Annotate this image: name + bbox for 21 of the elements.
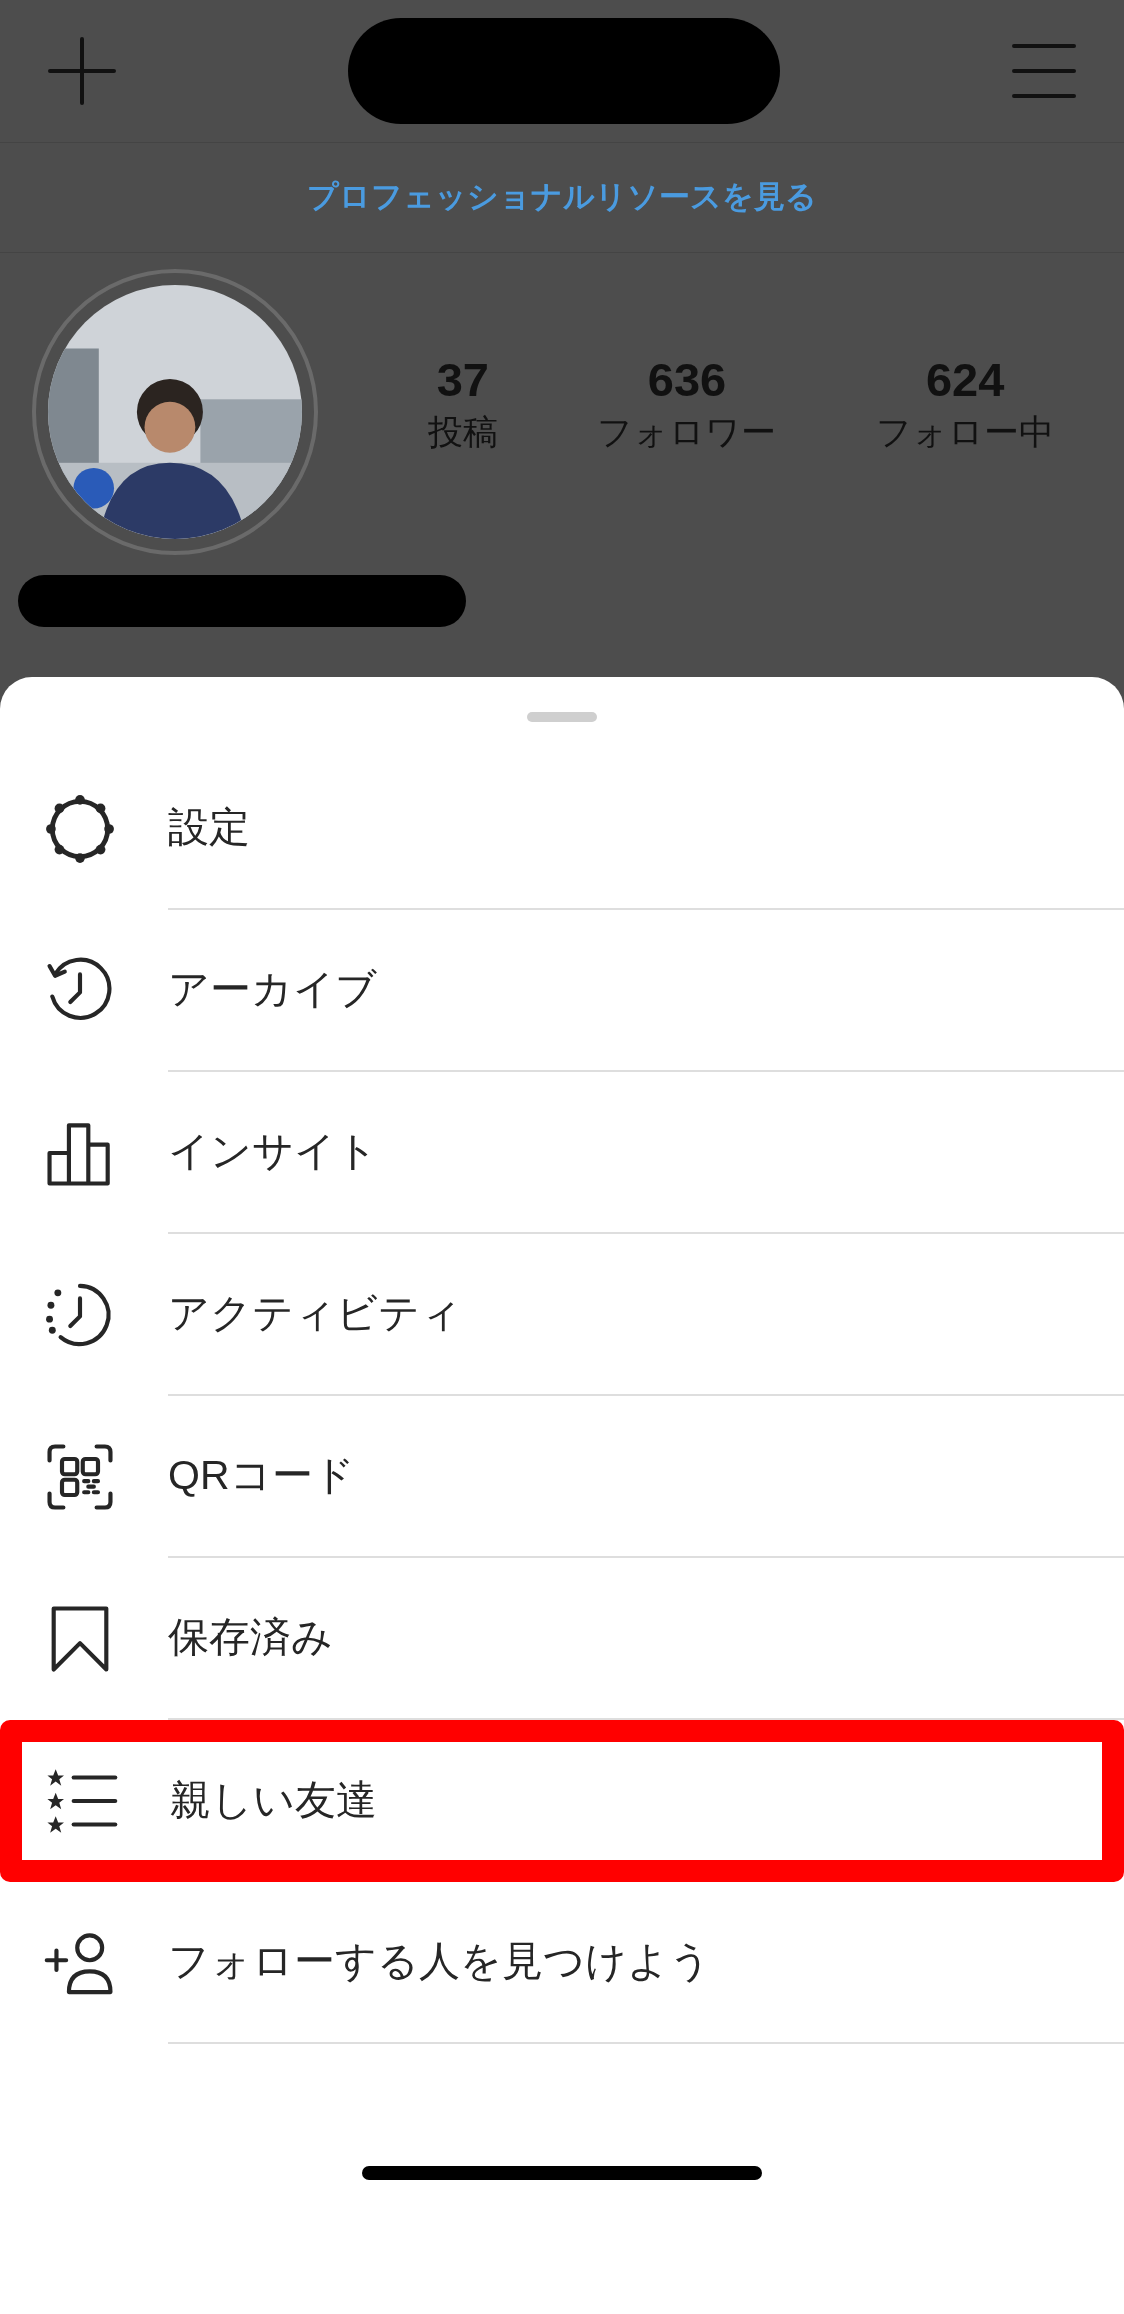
- menu-item[interactable]: アクティビティ: [0, 1234, 1124, 1396]
- menu-label: 設定: [168, 803, 250, 853]
- avatar[interactable]: [32, 269, 318, 555]
- menu-icon[interactable]: [1012, 43, 1076, 99]
- menu-label: インサイト: [168, 1127, 378, 1177]
- menu-label: 保存済み: [168, 1613, 333, 1663]
- menu-item[interactable]: QRコード: [0, 1396, 1124, 1558]
- menu-item[interactable]: アーカイブ: [0, 910, 1124, 1072]
- menu-label: アーカイブ: [168, 965, 377, 1015]
- menu-label: 親しい友達: [170, 1776, 377, 1826]
- qr-code-icon: [44, 1441, 116, 1513]
- menu-item[interactable]: 親しい友達: [0, 1720, 1124, 1882]
- gear-icon: [44, 793, 116, 865]
- drag-handle[interactable]: [527, 712, 597, 722]
- menu-item[interactable]: フォローする人を見つけよう: [0, 1882, 1124, 2044]
- menu-label: アクティビティ: [168, 1289, 462, 1339]
- menu-label: QRコード: [168, 1451, 355, 1501]
- plus-icon[interactable]: [48, 37, 116, 105]
- menu-item[interactable]: インサイト: [0, 1072, 1124, 1234]
- menu-label: フォローする人を見つけよう: [168, 1937, 711, 1987]
- menu-item[interactable]: 設定: [0, 748, 1124, 910]
